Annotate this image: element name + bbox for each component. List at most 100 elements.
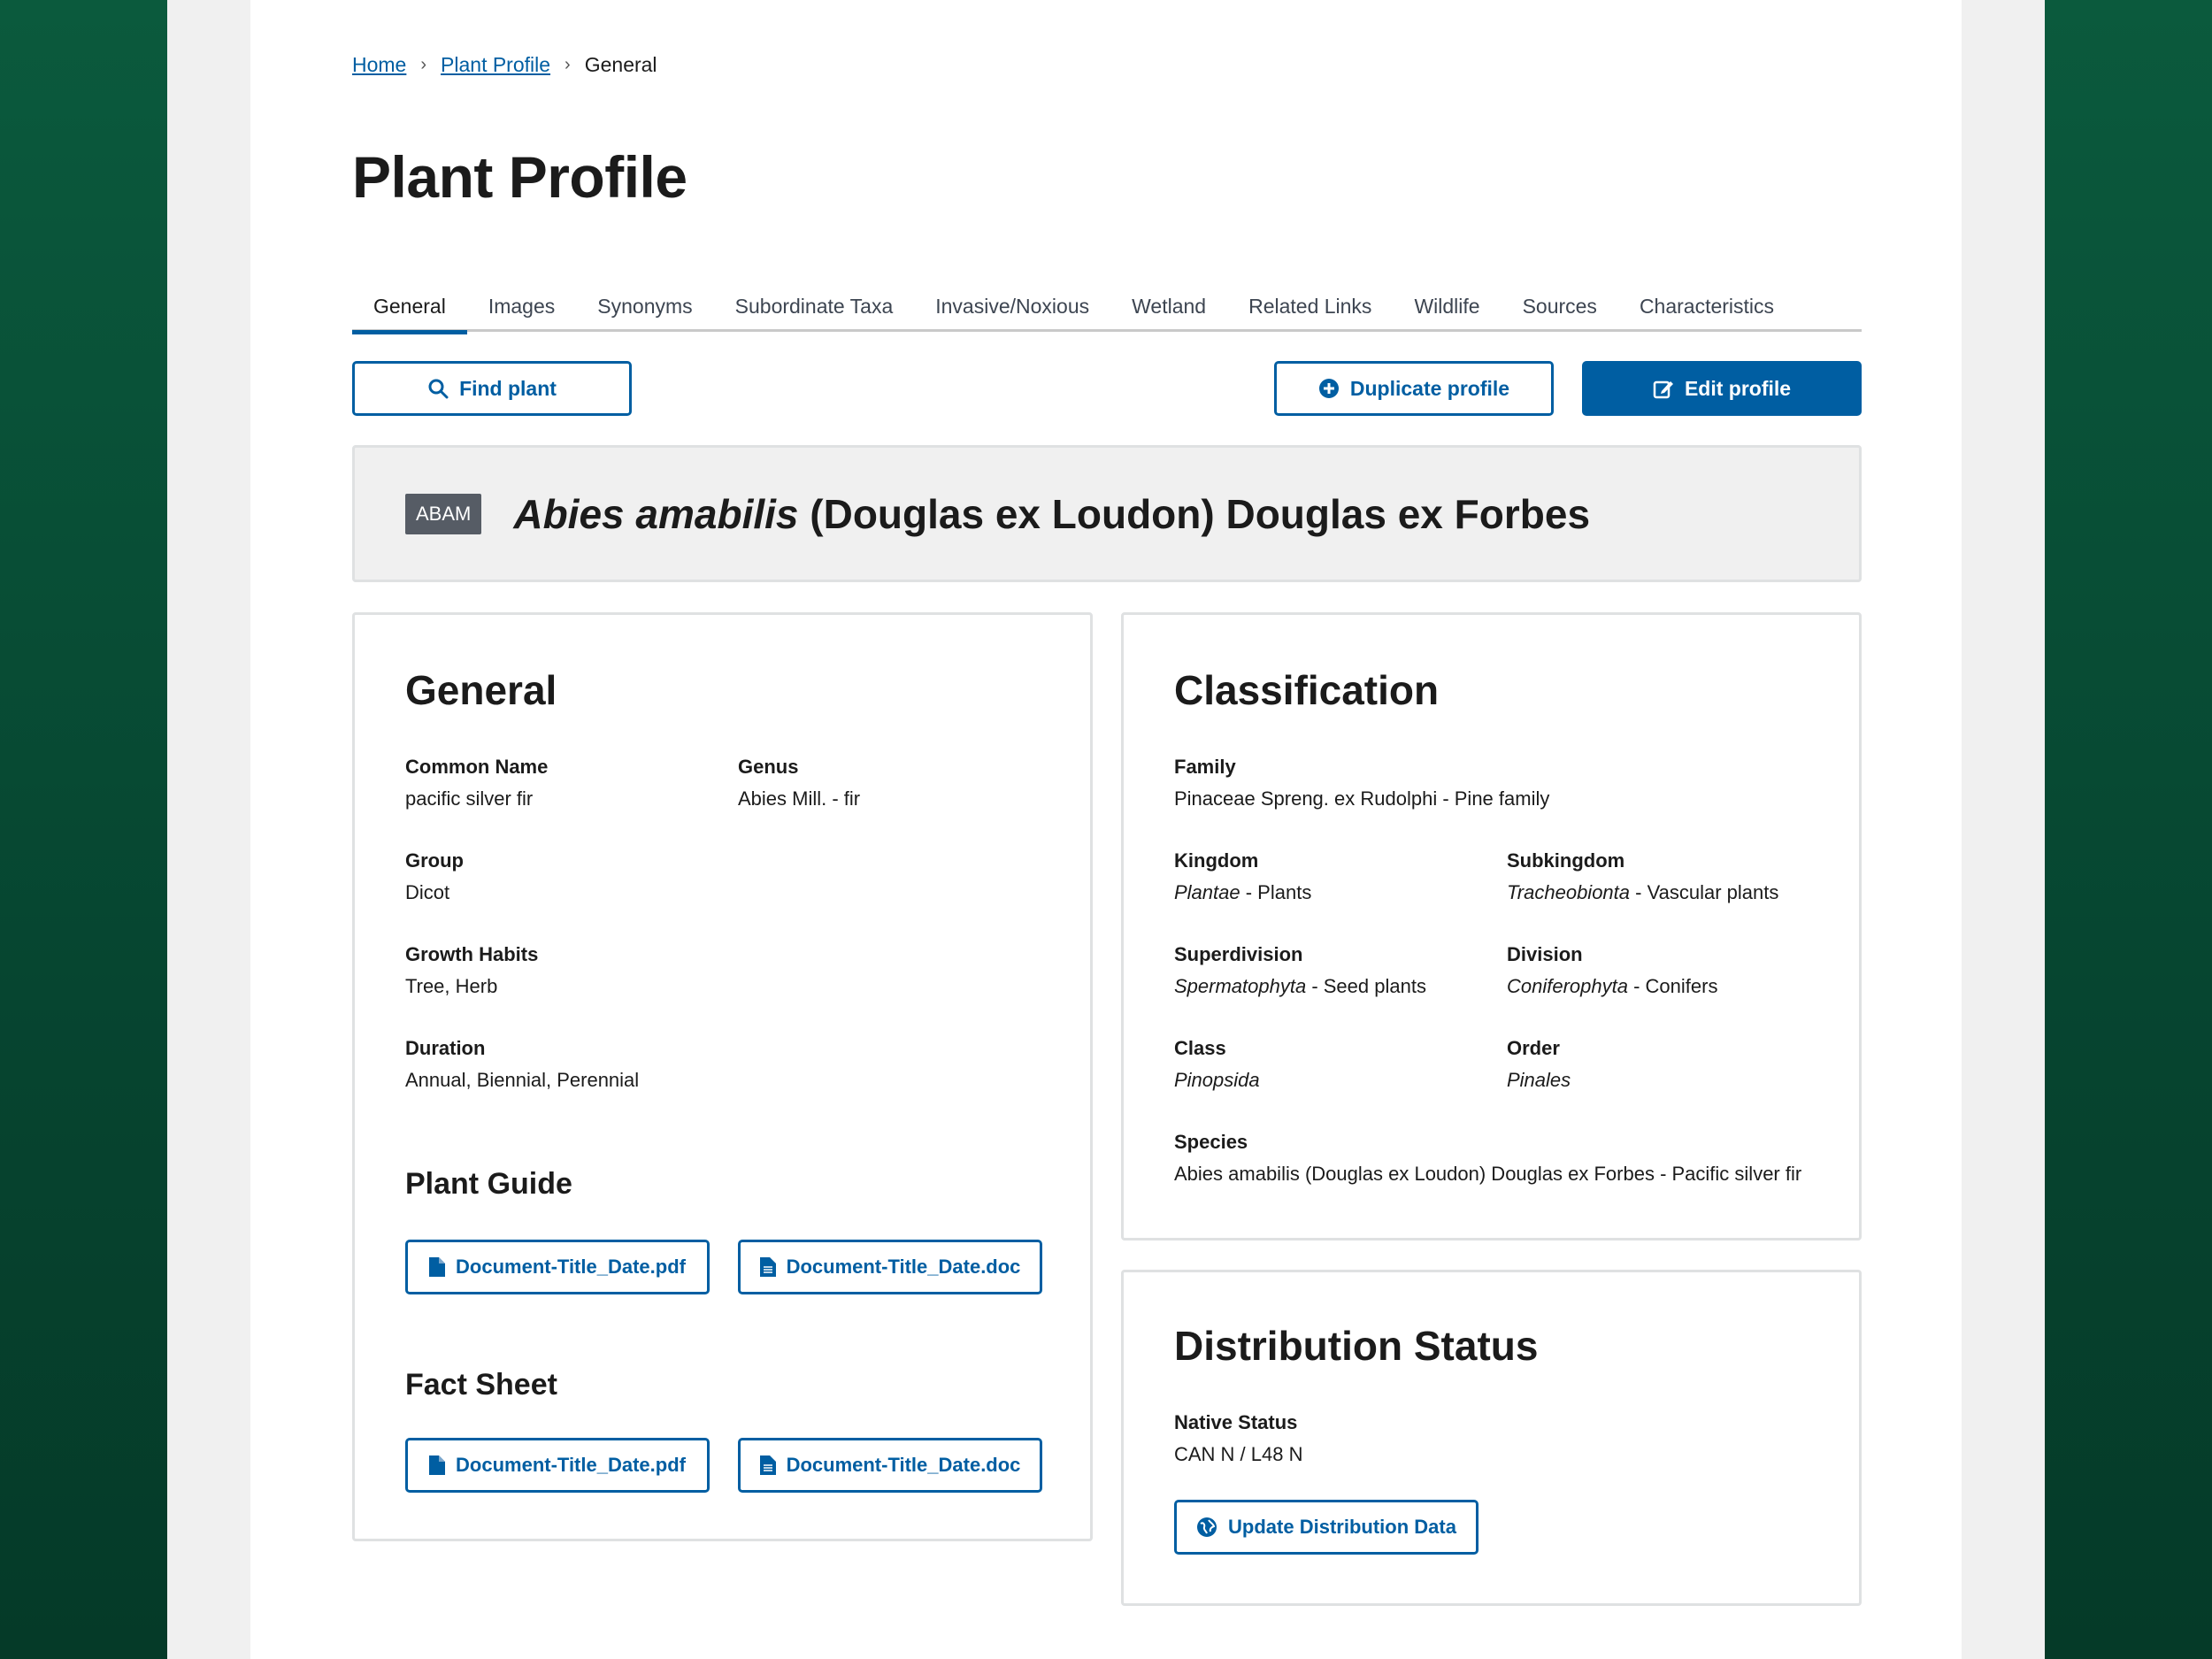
- search-icon: [428, 379, 449, 399]
- update-distribution-label: Update Distribution Data: [1228, 1516, 1456, 1538]
- chevron-right-icon: ›: [565, 55, 571, 74]
- fact-sheet-pdf-button[interactable]: Document-Title_Date.pdf: [405, 1438, 710, 1493]
- group-value: Dicot: [405, 881, 450, 903]
- growth-habits-field: Growth Habits Tree, Herb: [405, 939, 538, 1002]
- plus-circle-icon: [1318, 379, 1339, 398]
- edit-icon: [1653, 380, 1673, 399]
- globe-icon: [1197, 1517, 1217, 1537]
- plant-guide-pdf-button[interactable]: Document-Title_Date.pdf: [405, 1240, 710, 1294]
- common-name-value: pacific silver fir: [405, 787, 534, 810]
- fact-sheet-doc-button[interactable]: Document-Title_Date.doc: [738, 1438, 1042, 1493]
- plant-guide-doc-label: Document-Title_Date.doc: [786, 1256, 1021, 1278]
- kingdom-label: Kingdom: [1174, 849, 1259, 872]
- tab-general[interactable]: General: [352, 288, 467, 334]
- general-card: General Common Name pacific silver fir G…: [352, 612, 1093, 1541]
- find-plant-button[interactable]: Find plant: [352, 361, 632, 416]
- species-value: Abies amabilis (Douglas ex Loudon) Dougl…: [1174, 1163, 1802, 1185]
- superdivision-italic: Spermatophyta: [1174, 975, 1307, 997]
- tab-invasive-noxious[interactable]: Invasive/Noxious: [914, 288, 1110, 332]
- kingdom-value: Plantae - Plants: [1174, 877, 1311, 909]
- find-plant-label: Find plant: [459, 376, 557, 400]
- tab-wildlife[interactable]: Wildlife: [1393, 288, 1501, 332]
- breadcrumb-plant-profile-link[interactable]: Plant Profile: [441, 53, 550, 77]
- tab-wetland[interactable]: Wetland: [1110, 288, 1227, 332]
- scientific-name-author: (Douglas ex Loudon) Douglas ex Forbes: [798, 490, 1591, 537]
- tab-images[interactable]: Images: [467, 288, 576, 332]
- document-text-icon: [759, 1257, 776, 1277]
- common-name-label: Common Name: [405, 756, 549, 778]
- tab-bar: General Images Synonyms Subordinate Taxa…: [352, 288, 1862, 334]
- growth-habits-label: Growth Habits: [405, 943, 539, 965]
- background-left: [0, 0, 167, 1659]
- division-field: Division Coniferophyta - Conifers: [1507, 939, 1717, 1002]
- document-icon: [429, 1455, 446, 1475]
- division-italic: Coniferophyta: [1507, 975, 1628, 997]
- page-container: Home › Plant Profile › General Plant Pro…: [250, 0, 1962, 1659]
- order-field: Order Pinales: [1507, 1033, 1571, 1096]
- family-value: Pinaceae Spreng. ex Rudolphi - Pine fami…: [1174, 787, 1550, 810]
- class-field: Class Pinopsida: [1174, 1033, 1260, 1096]
- duration-value: Annual, Biennial, Perennial: [405, 1069, 640, 1091]
- plant-guide-pdf-label: Document-Title_Date.pdf: [456, 1256, 686, 1278]
- superdivision-rest: - Seed plants: [1306, 975, 1426, 997]
- duration-field: Duration Annual, Biennial, Perennial: [405, 1033, 639, 1096]
- growth-habits-value: Tree, Herb: [405, 975, 498, 997]
- subkingdom-label: Subkingdom: [1507, 849, 1625, 872]
- tab-related-links[interactable]: Related Links: [1227, 288, 1393, 332]
- class-value: Pinopsida: [1174, 1064, 1260, 1096]
- order-label: Order: [1507, 1037, 1560, 1059]
- native-status-value: CAN N / L48 N: [1174, 1443, 1303, 1465]
- tab-subordinate-taxa[interactable]: Subordinate Taxa: [714, 288, 915, 332]
- native-status-field: Native Status CAN N / L48 N: [1174, 1407, 1303, 1471]
- chevron-right-icon: ›: [420, 55, 427, 74]
- subkingdom-rest: - Vascular plants: [1630, 881, 1779, 903]
- tab-sources[interactable]: Sources: [1502, 288, 1618, 332]
- class-italic: Pinopsida: [1174, 1069, 1260, 1091]
- subkingdom-field: Subkingdom Tracheobionta - Vascular plan…: [1507, 845, 1778, 909]
- superdivision-value: Spermatophyta - Seed plants: [1174, 971, 1426, 1002]
- genus-label: Genus: [738, 756, 799, 778]
- plant-guide-doc-button[interactable]: Document-Title_Date.doc: [738, 1240, 1042, 1294]
- update-distribution-button[interactable]: Update Distribution Data: [1174, 1500, 1479, 1555]
- family-label: Family: [1174, 756, 1236, 778]
- fact-sheet-pdf-label: Document-Title_Date.pdf: [456, 1454, 686, 1476]
- plant-guide-title: Plant Guide: [405, 1167, 572, 1201]
- plant-name-banner: ABAM Abies amabilis (Douglas ex Loudon) …: [352, 445, 1862, 582]
- general-title: General: [405, 667, 557, 713]
- duplicate-profile-button[interactable]: Duplicate profile: [1274, 361, 1554, 416]
- native-status-label: Native Status: [1174, 1411, 1298, 1433]
- breadcrumb-home-link[interactable]: Home: [352, 53, 406, 77]
- classification-title: Classification: [1174, 667, 1440, 713]
- family-field: Family Pinaceae Spreng. ex Rudolphi - Pi…: [1174, 751, 1549, 815]
- tab-synonyms[interactable]: Synonyms: [576, 288, 713, 332]
- kingdom-rest: - Plants: [1240, 881, 1312, 903]
- edit-profile-label: Edit profile: [1684, 376, 1792, 400]
- division-value: Coniferophyta - Conifers: [1507, 971, 1717, 1002]
- tab-characteristics[interactable]: Characteristics: [1618, 288, 1795, 332]
- document-text-icon: [759, 1455, 776, 1475]
- duplicate-profile-label: Duplicate profile: [1349, 376, 1510, 400]
- group-label: Group: [405, 849, 464, 872]
- subkingdom-value: Tracheobionta - Vascular plants: [1507, 877, 1778, 909]
- page-title: Plant Profile: [352, 144, 687, 210]
- class-label: Class: [1174, 1037, 1226, 1059]
- kingdom-field: Kingdom Plantae - Plants: [1174, 845, 1311, 909]
- fact-sheet-doc-label: Document-Title_Date.doc: [786, 1454, 1021, 1476]
- fact-sheet-title: Fact Sheet: [405, 1368, 557, 1402]
- scientific-name: Abies amabilis (Douglas ex Loudon) Dougl…: [513, 490, 1590, 538]
- group-field: Group Dicot: [405, 845, 464, 909]
- order-italic: Pinales: [1507, 1069, 1571, 1091]
- division-label: Division: [1507, 943, 1583, 965]
- breadcrumb: Home › Plant Profile › General: [352, 53, 657, 77]
- edit-profile-button[interactable]: Edit profile: [1582, 361, 1862, 416]
- kingdom-italic: Plantae: [1174, 881, 1240, 903]
- plant-symbol-badge: ABAM: [405, 493, 482, 534]
- species-field: Species Abies amabilis (Douglas ex Loudo…: [1174, 1126, 1801, 1190]
- breadcrumb-current: General: [584, 53, 657, 76]
- scientific-name-italic: Abies amabilis: [513, 490, 799, 537]
- document-icon: [429, 1257, 446, 1277]
- order-value: Pinales: [1507, 1064, 1571, 1096]
- distribution-card: Distribution Status Native Status CAN N …: [1121, 1270, 1862, 1606]
- classification-card: Classification Family Pinaceae Spreng. e…: [1121, 612, 1862, 1240]
- superdivision-label: Superdivision: [1174, 943, 1303, 965]
